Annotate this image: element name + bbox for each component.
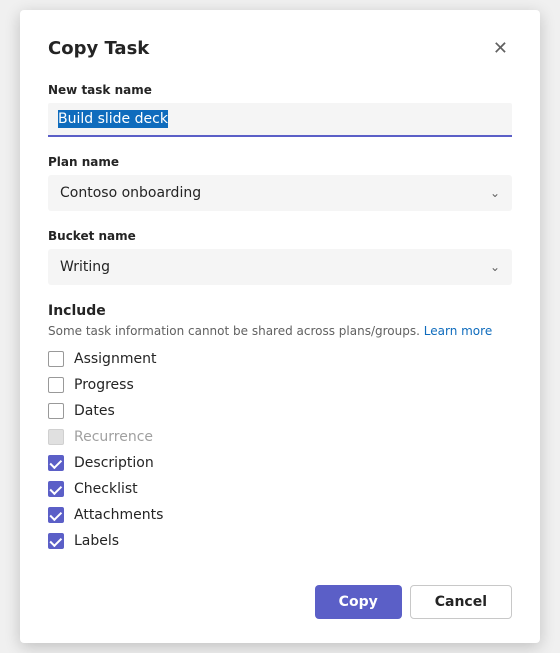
checkbox-label-attachments: Attachments xyxy=(74,507,163,523)
checkbox-list: Assignment Progress Dates Recurrence Des… xyxy=(48,351,512,549)
bucket-name-field-group: Bucket name Writing Other Bucket ⌄ xyxy=(48,229,512,285)
checkbox-item-assignment: Assignment xyxy=(48,351,512,367)
checkbox-item-description: Description xyxy=(48,455,512,471)
plan-name-select-wrapper: Contoso onboarding Other Plan ⌄ xyxy=(48,175,512,211)
checkbox-dates[interactable] xyxy=(48,403,64,419)
checkbox-item-attachments: Attachments xyxy=(48,507,512,523)
checkbox-item-checklist: Checklist xyxy=(48,481,512,497)
plan-name-field-group: Plan name Contoso onboarding Other Plan … xyxy=(48,155,512,211)
bucket-name-label: Bucket name xyxy=(48,229,512,243)
dialog-header: Copy Task ✕ xyxy=(48,34,512,63)
dialog-title: Copy Task xyxy=(48,38,149,59)
close-button[interactable]: ✕ xyxy=(489,34,512,63)
learn-more-link[interactable]: Learn more xyxy=(424,324,492,338)
checkbox-description[interactable] xyxy=(48,455,64,471)
checkbox-label-assignment: Assignment xyxy=(74,351,156,367)
bucket-name-select[interactable]: Writing Other Bucket xyxy=(48,249,512,285)
checkbox-progress[interactable] xyxy=(48,377,64,393)
task-name-label: New task name xyxy=(48,83,512,97)
bucket-name-select-wrapper: Writing Other Bucket ⌄ xyxy=(48,249,512,285)
cancel-button[interactable]: Cancel xyxy=(410,585,512,619)
dialog-footer: Copy Cancel xyxy=(48,577,512,619)
plan-name-select[interactable]: Contoso onboarding Other Plan xyxy=(48,175,512,211)
checkbox-assignment[interactable] xyxy=(48,351,64,367)
checkbox-item-labels: Labels xyxy=(48,533,512,549)
checkbox-attachments[interactable] xyxy=(48,507,64,523)
checkbox-label-checklist: Checklist xyxy=(74,481,138,497)
close-icon: ✕ xyxy=(493,38,508,59)
include-label: Include xyxy=(48,303,512,319)
include-section: Include Some task information cannot be … xyxy=(48,303,512,550)
checkbox-item-dates: Dates xyxy=(48,403,512,419)
checkbox-label-progress: Progress xyxy=(74,377,134,393)
checkbox-item-recurrence: Recurrence xyxy=(48,429,512,445)
include-note: Some task information cannot be shared a… xyxy=(48,323,512,340)
checkbox-checklist[interactable] xyxy=(48,481,64,497)
checkbox-label-labels: Labels xyxy=(74,533,119,549)
checkbox-item-progress: Progress xyxy=(48,377,512,393)
checkbox-recurrence xyxy=(48,429,64,445)
checkbox-label-description: Description xyxy=(74,455,154,471)
checkbox-label-recurrence: Recurrence xyxy=(74,429,153,445)
copy-button[interactable]: Copy xyxy=(315,585,402,619)
checkbox-label-dates: Dates xyxy=(74,403,115,419)
include-note-text: Some task information cannot be shared a… xyxy=(48,324,420,338)
task-name-input-wrapper: Build slide deck xyxy=(48,103,512,137)
copy-task-dialog: Copy Task ✕ New task name Build slide de… xyxy=(20,10,540,644)
task-name-field-group: New task name Build slide deck xyxy=(48,83,512,137)
plan-name-label: Plan name xyxy=(48,155,512,169)
task-name-selected-text[interactable]: Build slide deck xyxy=(58,110,168,128)
checkbox-labels[interactable] xyxy=(48,533,64,549)
